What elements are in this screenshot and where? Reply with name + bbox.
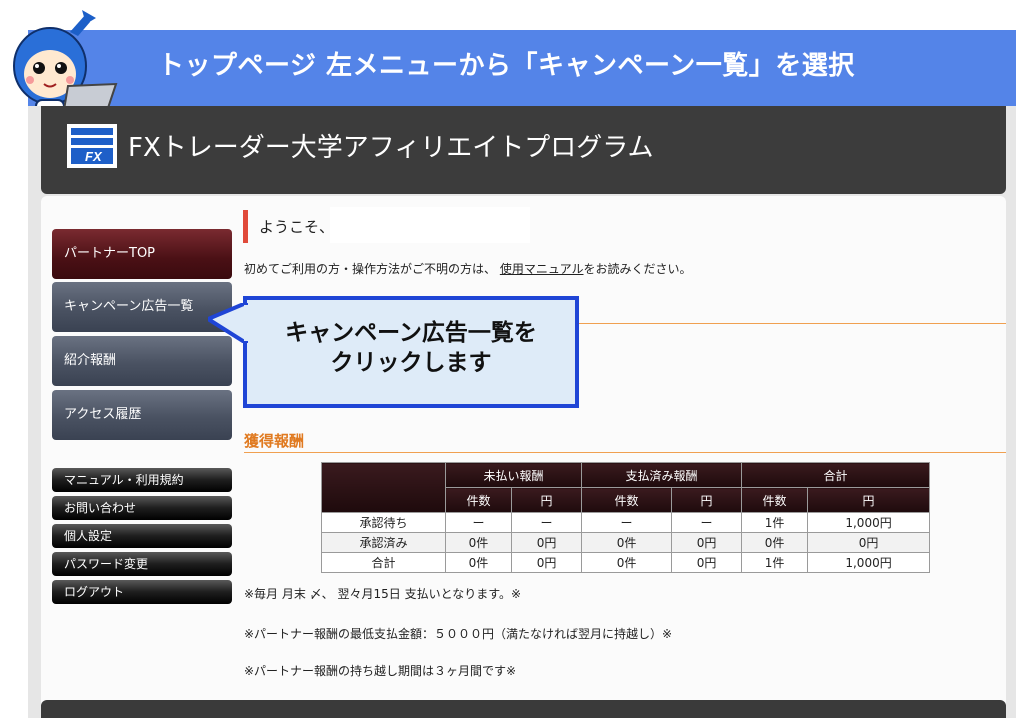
table-header-unpaid: 未払い報酬 [444, 462, 583, 488]
intro-text-before: 初めてご利用の方・操作方法がご不明の方は、 [244, 262, 497, 276]
sidebar-item-contact[interactable]: お問い合わせ [52, 496, 232, 520]
sidebar-item-campaign-list[interactable]: キャンペーン広告一覧 [52, 282, 232, 332]
svg-text:FX: FX [85, 149, 103, 164]
table-cell: 1,000円 [807, 512, 931, 533]
table-cell: 0件 [581, 532, 673, 553]
row-label: 承認済み [321, 532, 446, 553]
sidebar-item-manual-terms[interactable]: マニュアル・利用規約 [52, 468, 232, 492]
table-cell: 0円 [807, 532, 931, 553]
sidebar-item-partner-top[interactable]: パートナーTOP [52, 229, 232, 279]
payment-schedule-note: ※毎月 月末 〆、 翌々月15日 支払いとなります。※ [244, 587, 522, 601]
redacted-username [330, 207, 530, 243]
carryover-period-note: ※パートナー報酬の持ち越し期間は３ヶ月間です※ [244, 664, 517, 678]
row-label: 承認待ち [321, 512, 446, 533]
table-subheader: 円 [671, 487, 743, 513]
rewards-divider [244, 452, 1006, 453]
callout-line-1: キャンペーン広告一覧を [285, 320, 537, 346]
table-subheader: 円 [807, 487, 931, 513]
rewards-section-title: 獲得報酬 [244, 432, 305, 450]
table-subheader: 件数 [445, 487, 512, 513]
table-cell: 0件 [581, 552, 673, 573]
table-cell: 0円 [671, 532, 743, 553]
fx-logo-icon: FX [67, 124, 117, 168]
table-row: 承認済み 0件 0円 0件 0円 0件 0円 [321, 532, 931, 553]
tutorial-banner: トップページ 左メニューから「キャンペーン一覧」を選択 [28, 30, 1016, 106]
callout-line-2: クリックします [330, 350, 492, 376]
intro-text-after: をお読みください。 [583, 262, 692, 276]
table-cell: 0円 [510, 552, 583, 573]
table-cell: 0円 [510, 532, 583, 553]
table-header-total: 合計 [741, 462, 931, 488]
table-cell: 0件 [445, 552, 512, 573]
table-subheader: 件数 [741, 487, 809, 513]
sidebar-item-logout[interactable]: ログアウト [52, 580, 232, 604]
banner-title: トップページ 左メニューから「キャンペーン一覧」を選択 [158, 51, 855, 81]
table-row: 承認待ち ー ー ー ー 1件 1,000円 [321, 512, 931, 533]
minimum-payment-note: ※パートナー報酬の最低支払金額：５０００円（満たなければ翌月に持越し）※ [244, 627, 673, 641]
app-title: FXトレーダー大学アフィリエイトプログラム [128, 133, 654, 163]
table-cell: ー [671, 512, 743, 533]
table-cell: 0円 [671, 552, 743, 573]
footer-bar [41, 700, 1006, 718]
table-cell: ー [581, 512, 673, 533]
manual-link[interactable]: 使用マニュアル [500, 262, 584, 276]
callout-text: キャンペーン広告一覧を クリックします [247, 318, 575, 378]
table-subheader: 円 [510, 487, 583, 513]
table-cell: 1件 [741, 552, 809, 573]
sidebar-item-access-history[interactable]: アクセス履歴 [52, 390, 232, 440]
table-cell: 0件 [445, 532, 512, 553]
sidebar-item-personal-settings[interactable]: 個人設定 [52, 524, 232, 548]
table-subheader: 件数 [581, 487, 673, 513]
sidebar-item-change-password[interactable]: パスワード変更 [52, 552, 232, 576]
table-cell: 1件 [741, 512, 809, 533]
table-row: 合計 0件 0円 0件 0円 1件 1,000円 [321, 552, 931, 573]
sidebar-item-referral-reward[interactable]: 紹介報酬 [52, 336, 232, 386]
rewards-table: 未払い報酬 支払済み報酬 合計 件数 円 件数 円 件数 円 承認待ち ー ー … [321, 462, 931, 573]
table-header-paid: 支払済み報酬 [581, 462, 743, 488]
table-corner-header [321, 462, 446, 513]
table-cell: 1,000円 [807, 552, 931, 573]
row-label: 合計 [321, 552, 446, 573]
welcome-accent-bar [243, 210, 248, 243]
welcome-greeting: ようこそ、 [259, 218, 335, 236]
intro-message: 初めてご利用の方・操作方法がご不明の方は、 使用マニュアルをお読みください。 [244, 261, 692, 277]
table-cell: 0件 [741, 532, 809, 553]
table-cell: ー [510, 512, 583, 533]
callout-pointer-icon [208, 303, 248, 343]
table-cell: ー [445, 512, 512, 533]
